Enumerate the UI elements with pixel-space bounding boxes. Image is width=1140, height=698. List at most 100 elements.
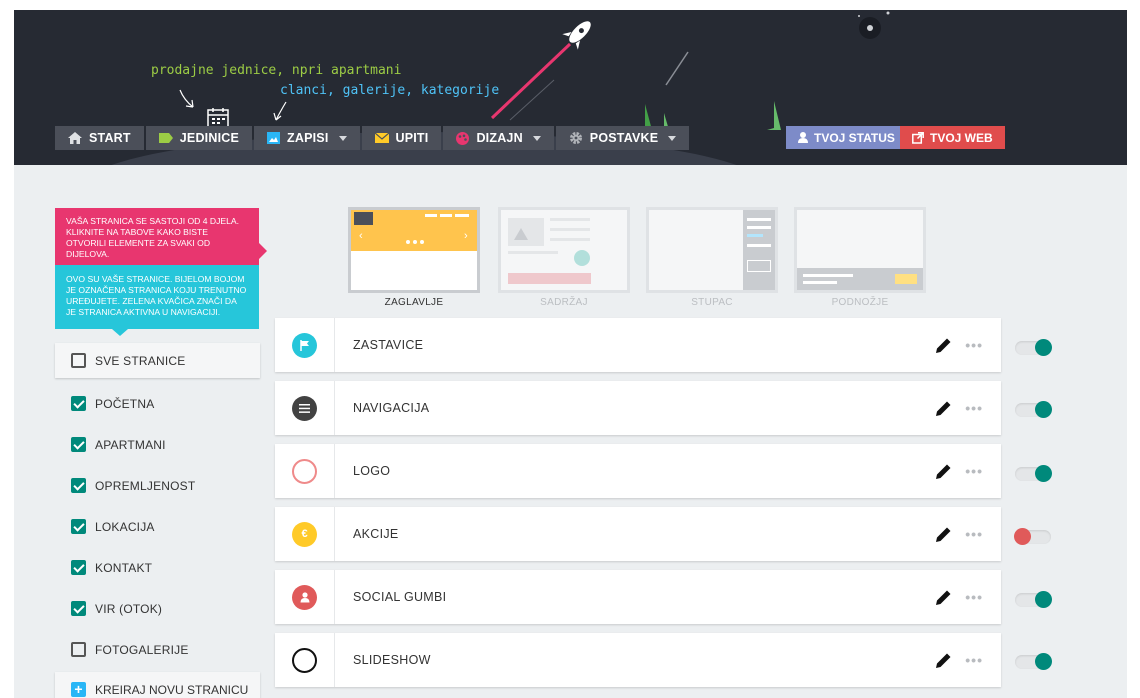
create-page-button[interactable]: + KREIRAJ NOVU STRANICU — [55, 672, 260, 698]
external-link-icon — [912, 131, 924, 144]
section-icon-cell — [275, 318, 335, 372]
section-row[interactable]: SLIDESHOW ••• — [275, 633, 1001, 687]
tab-stupac[interactable]: STUPAC — [646, 207, 778, 308]
checkbox[interactable] — [71, 353, 86, 368]
pencil-icon[interactable] — [933, 650, 953, 670]
section-icon-cell — [275, 570, 335, 624]
toggle-knob — [1035, 465, 1052, 482]
more-icon[interactable]: ••• — [965, 526, 983, 542]
pencil-icon[interactable] — [933, 398, 953, 418]
nav-start[interactable]: START — [55, 126, 144, 150]
plus-icon: + — [71, 682, 86, 697]
tab-zaglavlje[interactable]: ‹ › ZAGLAVLJE — [348, 207, 480, 308]
page-item-label: OPREMLJENOST — [95, 478, 196, 493]
page-item[interactable]: FOTOGALERIJE — [55, 629, 260, 670]
section-row[interactable]: LOGO ••• — [275, 444, 1001, 498]
more-icon[interactable]: ••• — [965, 589, 983, 605]
pencil-icon[interactable] — [933, 524, 953, 544]
checkbox[interactable] — [71, 642, 86, 657]
more-icon[interactable]: ••• — [965, 400, 983, 416]
section-row[interactable]: € AKCIJE ••• — [275, 507, 1001, 561]
home-icon — [68, 132, 82, 144]
content-layout-thumbnail — [498, 207, 630, 293]
flag-icon — [292, 332, 317, 358]
tab-podnozje[interactable]: PODNOŽJE — [794, 207, 926, 308]
nav-dizajn[interactable]: DIZAJN — [443, 126, 554, 150]
nav-upiti[interactable]: UPITI — [361, 126, 442, 150]
page-item[interactable]: POČETNA — [55, 383, 260, 424]
section-title: SOCIAL GUMBI — [353, 590, 447, 604]
info-box-pages-arrow — [112, 329, 128, 336]
more-icon[interactable]: ••• — [965, 337, 983, 353]
app-frame: prodajne jednice, npri apartmani clanci,… — [14, 10, 1127, 698]
page-item-label: LOKACIJA — [95, 519, 155, 534]
checkbox[interactable] — [71, 560, 86, 575]
checkbox[interactable] — [71, 437, 86, 452]
section-title: AKCIJE — [353, 527, 399, 541]
hint-units: prodajne jednice, npri apartmani — [151, 63, 402, 78]
create-page-label: KREIRAJ NOVU STRANICU — [95, 682, 249, 697]
tab-sadrzaj[interactable]: SADRŽAJ — [498, 207, 630, 308]
pencil-icon[interactable] — [933, 335, 953, 355]
section-toggle[interactable] — [1015, 339, 1052, 356]
page-item-label: FOTOGALERIJE — [95, 642, 189, 657]
checkbox[interactable] — [71, 519, 86, 534]
circle-icon — [292, 647, 317, 673]
info-box-layout: Vaša stranica se sastoji od 4 djela. Kli… — [55, 208, 259, 265]
footer-layout-thumbnail — [794, 207, 926, 293]
page-item-label: POČETNA — [95, 396, 155, 411]
nav-postavke[interactable]: POSTAVKE — [555, 126, 690, 150]
circle-icon — [292, 458, 317, 484]
nav-zapisi-label: ZAPISI — [287, 131, 329, 145]
section-row[interactable]: NAVIGACIJA ••• — [275, 381, 1001, 435]
mail-icon — [374, 133, 389, 143]
page-item[interactable]: KONTAKT — [55, 547, 260, 588]
web-button-label: TVOJ WEB — [930, 130, 993, 145]
all-pages-item[interactable]: SVE STRANICE — [55, 343, 260, 378]
section-title: NAVIGACIJA — [353, 401, 430, 415]
web-button[interactable]: TVOJ WEB — [900, 126, 1005, 149]
page-item[interactable]: LOKACIJA — [55, 506, 260, 547]
main-nav: START JEDINICE ZAPISI UPITI DIZAJN POSTA… — [55, 126, 691, 150]
section-toggle[interactable] — [1014, 528, 1051, 545]
gear-icon — [569, 131, 583, 145]
nav-upiti-label: UPITI — [395, 131, 429, 145]
more-icon[interactable]: ••• — [965, 652, 983, 668]
header-layout-thumbnail: ‹ › — [348, 207, 480, 293]
section-icon-cell — [275, 444, 335, 498]
checkbox[interactable] — [71, 478, 86, 493]
section-toggle[interactable] — [1015, 591, 1052, 608]
checkbox[interactable] — [71, 601, 86, 616]
section-toggle[interactable] — [1015, 653, 1052, 670]
page-item[interactable]: VIR (OTOK) — [55, 588, 260, 629]
nav-jedinice[interactable]: JEDINICE — [145, 126, 253, 150]
page-item-label: KONTAKT — [95, 560, 153, 575]
toggle-knob — [1035, 653, 1052, 670]
section-toggle[interactable] — [1015, 401, 1052, 418]
palette-icon — [456, 131, 470, 145]
chevron-down-icon — [338, 135, 347, 141]
status-button[interactable]: TVOJ STATUS — [786, 126, 907, 149]
chevron-down-icon — [668, 135, 677, 141]
section-row[interactable]: SOCIAL GUMBI ••• — [275, 570, 1001, 624]
tab-zaglavlje-label: ZAGLAVLJE — [384, 297, 444, 308]
pencil-icon[interactable] — [933, 587, 953, 607]
section-icon-cell — [275, 633, 335, 687]
toggle-knob — [1035, 591, 1052, 608]
tab-sadrzaj-label: SADRŽAJ — [540, 297, 588, 308]
all-pages-label: SVE STRANICE — [95, 353, 186, 368]
nav-postavke-label: POSTAVKE — [589, 131, 659, 145]
section-row[interactable]: ZASTAVICE ••• — [275, 318, 1001, 372]
page-item[interactable]: APARTMANI — [55, 424, 260, 465]
pencil-icon[interactable] — [933, 461, 953, 481]
menu-icon — [292, 395, 317, 421]
toggle-knob — [1035, 339, 1052, 356]
user-icon — [798, 132, 808, 143]
section-toggle[interactable] — [1015, 465, 1052, 482]
page-item[interactable]: OPREMLJENOST — [55, 465, 260, 506]
info-box-layout-arrow — [259, 243, 267, 259]
toggle-knob — [1014, 528, 1031, 545]
more-icon[interactable]: ••• — [965, 463, 983, 479]
nav-zapisi[interactable]: ZAPISI — [254, 126, 360, 150]
checkbox[interactable] — [71, 396, 86, 411]
